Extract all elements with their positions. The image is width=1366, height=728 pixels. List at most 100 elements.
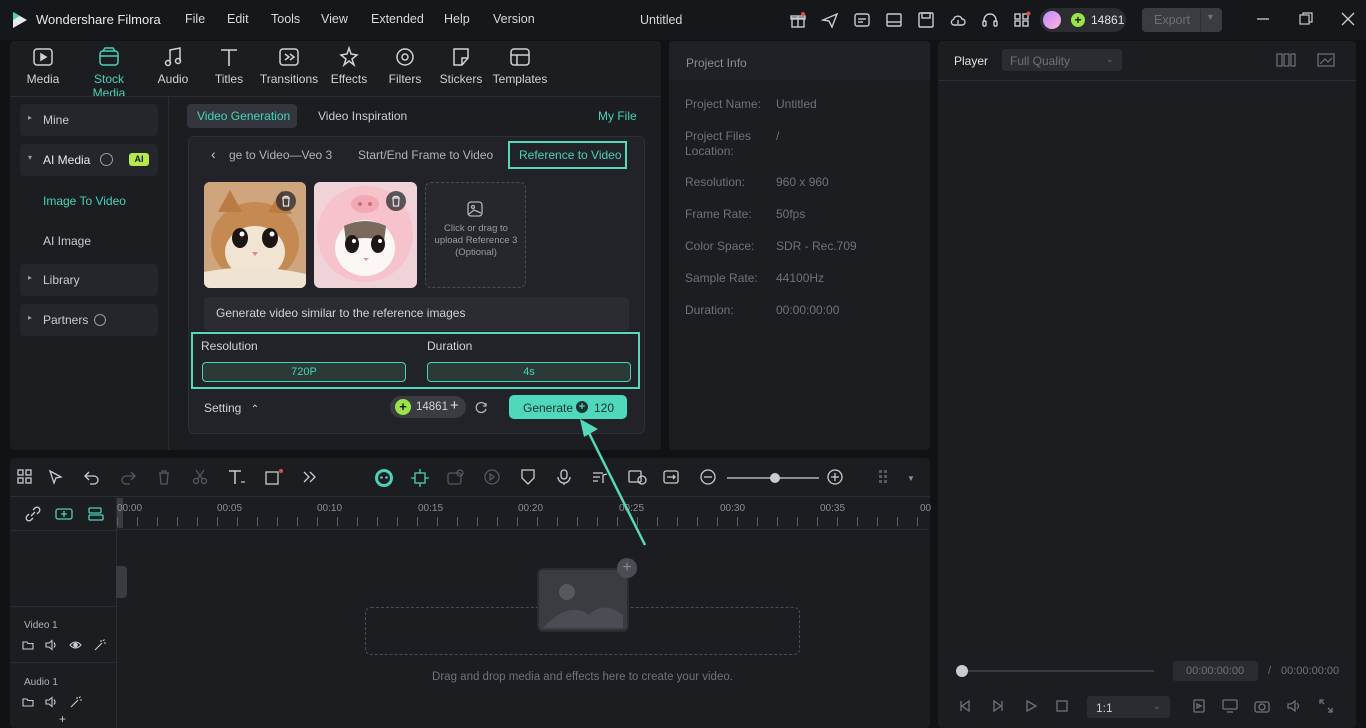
menu-tools[interactable]: Tools	[271, 12, 300, 26]
zoom-slider-handle[interactable]	[770, 473, 780, 483]
sidebar-item-library[interactable]: ▸ Library	[20, 264, 158, 296]
quality-select[interactable]: Full Quality ⌄	[1002, 49, 1122, 71]
folder-icon[interactable]	[22, 696, 34, 708]
menu-file[interactable]: File	[185, 12, 205, 26]
trash-icon[interactable]	[276, 191, 296, 211]
track-manager-icon[interactable]	[86, 505, 106, 523]
apps-grid-icon[interactable]	[1013, 11, 1031, 29]
tab-video-inspiration[interactable]: Video Inspiration	[318, 109, 407, 123]
reference-image-2[interactable]	[314, 182, 417, 288]
reference-image-1[interactable]	[204, 182, 306, 288]
minimize-icon[interactable]	[1256, 12, 1270, 26]
stop-icon[interactable]	[1055, 699, 1069, 713]
progress-handle[interactable]	[956, 665, 968, 677]
sidebar-item-mine[interactable]: ▸ Mine	[20, 104, 158, 136]
prompt-input[interactable]: Generate video similar to the reference …	[204, 297, 629, 331]
setting-toggle[interactable]: Setting ⌃	[204, 401, 259, 415]
ai-mate-icon[interactable]	[374, 468, 394, 488]
tab-titles[interactable]: Titles	[199, 46, 259, 86]
sidebar-item-ai-image[interactable]: AI Image	[43, 234, 91, 248]
save-icon[interactable]	[917, 11, 935, 29]
eye-icon[interactable]	[69, 639, 82, 651]
gift-icon[interactable]	[789, 11, 807, 29]
export-button[interactable]: Export ▼	[1142, 8, 1222, 32]
tab-stickers[interactable]: Stickers	[431, 46, 491, 86]
select-tool-icon[interactable]	[47, 468, 67, 488]
display-icon[interactable]	[1222, 699, 1238, 713]
volume-icon[interactable]	[1286, 699, 1302, 713]
snapshot-view-icon[interactable]	[1317, 52, 1335, 68]
menu-extended[interactable]: Extended	[371, 12, 424, 26]
speaker-icon[interactable]	[45, 696, 58, 708]
ai-assistant-icon[interactable]	[853, 11, 871, 29]
current-time-field[interactable]: 00:00:00:00	[1173, 661, 1258, 681]
upload-reference-3[interactable]: Click or drag to upload Reference 3 (Opt…	[425, 182, 526, 288]
send-icon[interactable]	[821, 11, 839, 29]
play-icon[interactable]	[1024, 699, 1038, 713]
progress-track[interactable]	[962, 670, 1154, 672]
speaker-icon[interactable]	[45, 639, 58, 651]
sidebar-item-partners[interactable]: ▸ Partners	[20, 304, 158, 336]
subtab-start-end-frame[interactable]: Start/End Frame to Video	[358, 148, 493, 162]
add-credits-icon[interactable]: +	[450, 397, 459, 414]
render-icon[interactable]	[1192, 699, 1206, 713]
duration-label: Duration	[427, 339, 473, 353]
app-name: Wondershare Filmora	[36, 12, 161, 27]
tab-stock-media[interactable]: Stock Media	[78, 46, 140, 100]
tab-video-generation[interactable]: Video Generation	[187, 104, 297, 128]
more-tools-icon[interactable]	[300, 468, 320, 488]
zoom-out-icon[interactable]	[699, 468, 719, 488]
refresh-icon[interactable]	[474, 400, 488, 414]
track-collapse-handle[interactable]	[116, 566, 127, 598]
next-frame-icon[interactable]	[991, 699, 1005, 713]
compare-view-icon[interactable]	[1276, 52, 1296, 68]
annotation-arrow	[570, 415, 660, 550]
zoom-in-icon[interactable]	[826, 468, 846, 488]
tab-effects[interactable]: Effects	[319, 46, 379, 86]
maximize-icon[interactable]	[1299, 12, 1313, 26]
magic-wand-icon[interactable]	[93, 639, 106, 651]
layout-icon[interactable]	[885, 11, 903, 29]
close-icon[interactable]	[1341, 12, 1355, 26]
credit-balance[interactable]: + 14861 +	[390, 396, 466, 418]
text-tool-icon[interactable]	[227, 468, 247, 488]
marker-shield-icon[interactable]	[519, 468, 539, 488]
link-icon[interactable]	[24, 505, 42, 523]
tab-audio[interactable]: Audio	[143, 46, 203, 86]
menu-help[interactable]: Help	[444, 12, 470, 26]
folder-icon[interactable]	[22, 639, 34, 651]
prev-frame-icon[interactable]	[958, 699, 972, 713]
tab-filters[interactable]: Filters	[375, 46, 435, 86]
motion-tracking-icon[interactable]	[410, 468, 430, 488]
cloud-icon[interactable]	[949, 11, 967, 29]
tab-transitions[interactable]: Transitions	[259, 46, 319, 86]
aspect-ratio-select[interactable]: 1:1 ⌄	[1087, 696, 1170, 718]
add-audio-track-icon[interactable]: +	[59, 712, 66, 726]
my-file-link[interactable]: My File	[598, 109, 637, 123]
replace-icon[interactable]	[662, 468, 682, 488]
headset-icon[interactable]	[981, 11, 999, 29]
add-track-icon[interactable]	[54, 505, 74, 523]
duration-select[interactable]: 4s	[427, 362, 631, 382]
subtab-image-to-video-veo3[interactable]: ge to Video—Veo 3	[229, 148, 332, 162]
account-credits[interactable]: + 14861	[1040, 8, 1126, 32]
crop-icon[interactable]	[264, 468, 284, 488]
menu-edit[interactable]: Edit	[227, 12, 249, 26]
camera-icon[interactable]	[1254, 699, 1270, 713]
trash-icon[interactable]	[386, 191, 406, 211]
caret-down-icon[interactable]: ▼	[907, 474, 915, 483]
fullscreen-icon[interactable]	[1319, 699, 1333, 713]
undo-icon[interactable]	[83, 468, 103, 488]
magic-wand-icon[interactable]	[69, 696, 82, 708]
subtab-reference-to-video[interactable]: Reference to Video	[508, 141, 627, 169]
sidebar-item-ai-media[interactable]: ▾ AI Media AI	[20, 144, 158, 176]
timeline-settings-icon[interactable]	[878, 468, 898, 488]
sidebar-item-image-to-video[interactable]: Image To Video	[43, 194, 126, 208]
chevron-left-icon[interactable]: ‹	[211, 146, 216, 162]
tab-media[interactable]: Media	[13, 46, 73, 86]
menu-version[interactable]: Version	[493, 12, 535, 26]
layout-grid-icon[interactable]	[16, 468, 36, 488]
tab-templates[interactable]: Templates	[490, 46, 550, 86]
resolution-select[interactable]: 720P	[202, 362, 406, 382]
menu-view[interactable]: View	[321, 12, 348, 26]
